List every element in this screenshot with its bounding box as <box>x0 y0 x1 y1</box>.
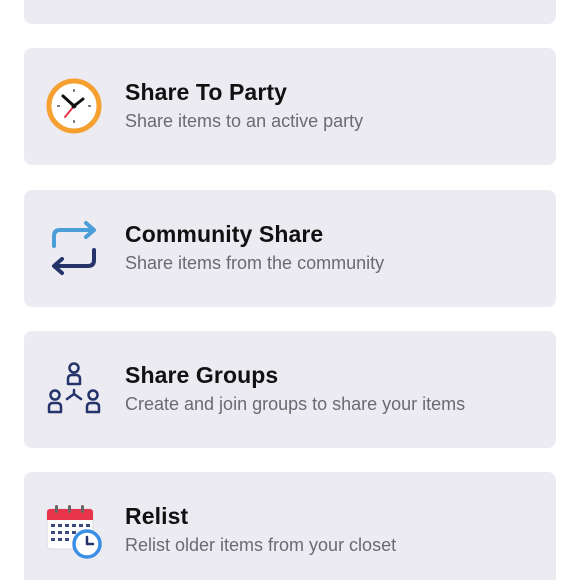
list-item-text: Share Groups Create and join groups to s… <box>125 361 546 416</box>
list-item-partial[interactable] <box>24 0 556 24</box>
calendar-clock-icon <box>44 500 104 560</box>
list-item-community-share[interactable]: Community Share Share items from the com… <box>24 190 556 307</box>
list-item-title: Share Groups <box>125 362 279 388</box>
feature-list: Share To Party Share items to an active … <box>0 0 580 580</box>
clock-icon <box>44 76 104 136</box>
list-item-text: Relist Relist older items from your clos… <box>125 502 546 557</box>
list-item-text: Community Share Share items from the com… <box>125 220 546 275</box>
list-item-relist[interactable]: Relist Relist older items from your clos… <box>24 472 556 580</box>
list-item-share-groups[interactable]: Share Groups Create and join groups to s… <box>24 331 556 448</box>
list-item-subtitle: Create and join groups to share your ite… <box>125 394 466 414</box>
list-item-title: Relist <box>125 503 189 529</box>
list-item-subtitle: Relist older items from your closet <box>125 535 397 555</box>
list-item-title: Share To Party <box>125 79 288 105</box>
list-item-share-to-party[interactable]: Share To Party Share items to an active … <box>24 48 556 165</box>
group-network-icon <box>44 359 104 419</box>
list-item-text: Share To Party Share items to an active … <box>125 78 546 133</box>
list-item-title: Community Share <box>125 221 324 247</box>
repeat-arrows-icon <box>44 218 104 278</box>
list-item-subtitle: Share items to an active party <box>125 111 364 131</box>
list-item-subtitle: Share items from the community <box>125 253 385 273</box>
